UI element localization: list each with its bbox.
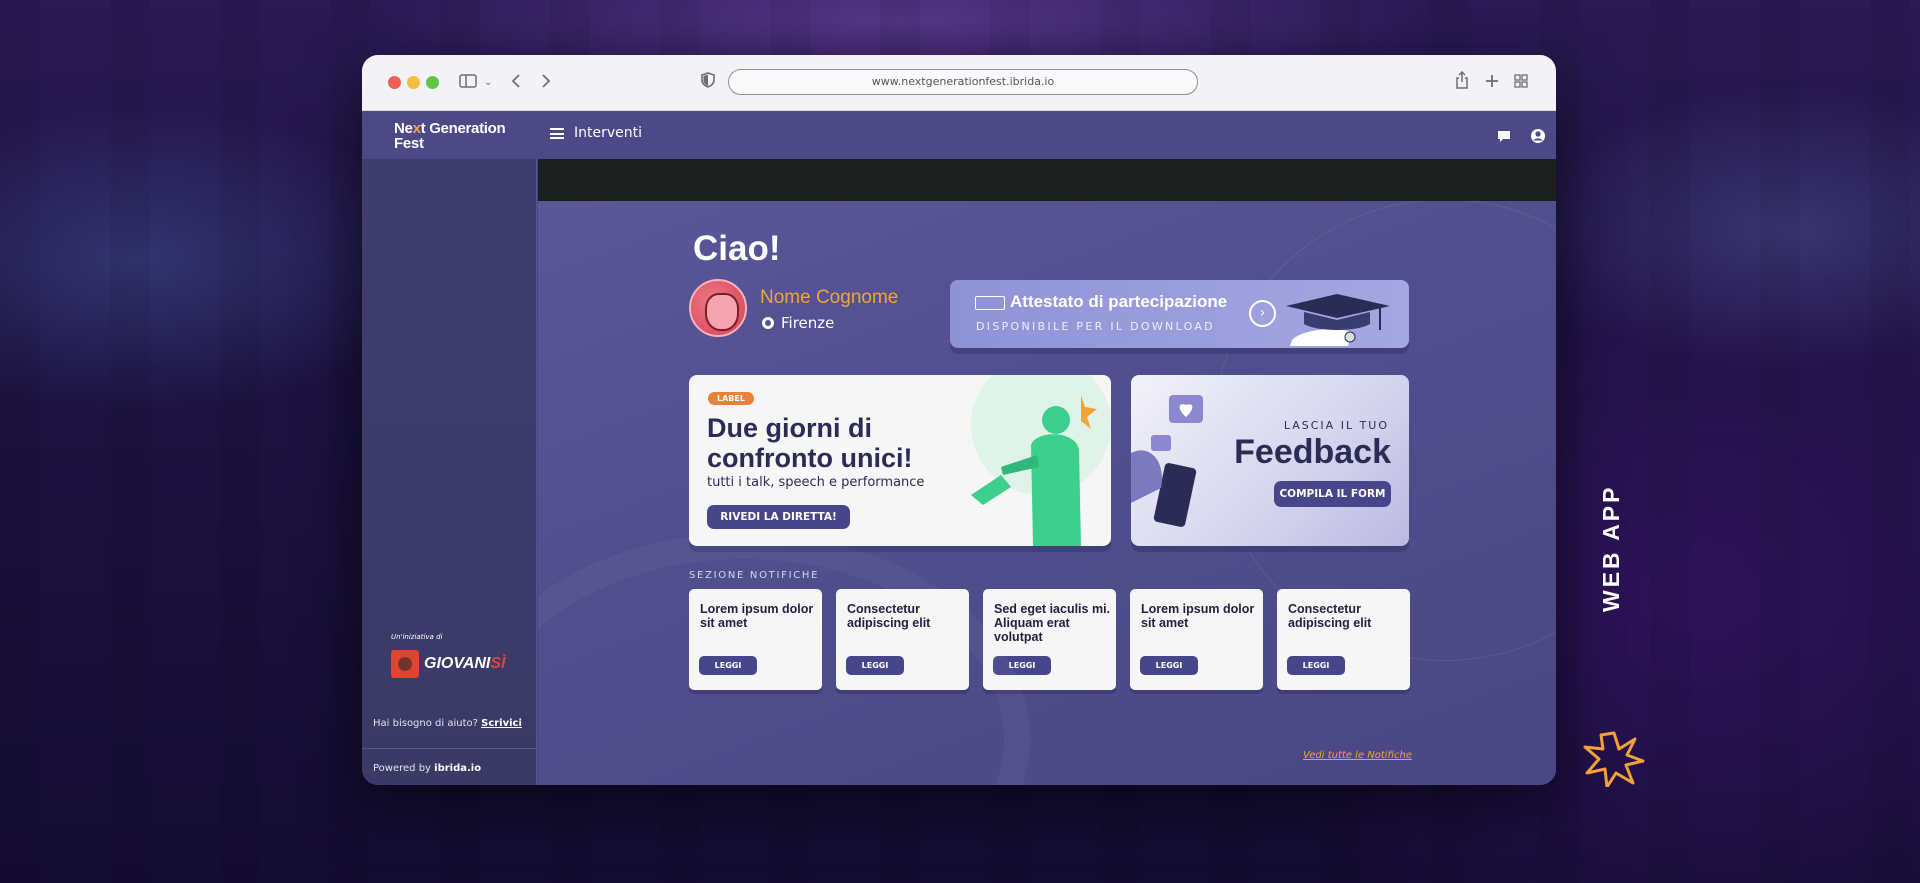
watering-plant-illustration-icon (971, 375, 1111, 546)
web-app-caption: WEB APP (1598, 484, 1624, 613)
hamburger-icon (550, 127, 564, 139)
leggi-button[interactable]: LEGGI (846, 656, 904, 675)
promo-card: LABEL Due giorni di confronto unici! tut… (689, 375, 1111, 546)
leggi-button[interactable]: LEGGI (1140, 656, 1198, 675)
notification-card: Lorem ipsum dolor sit amet LEGGI (1130, 589, 1263, 690)
leggi-button[interactable]: LEGGI (1287, 656, 1345, 675)
leggi-button[interactable]: LEGGI (993, 656, 1051, 675)
powered-by: Powered by ibrida.io (373, 763, 482, 774)
menu-interventi-button[interactable]: Interventi (550, 125, 642, 141)
chat-icon[interactable] (1496, 128, 1512, 144)
help-text: Hai bisogno di aiuto? Scrivici (373, 718, 522, 729)
sidebar-toggle-icon[interactable] (459, 71, 477, 95)
greeting-title: Ciao! (693, 229, 781, 268)
feedback-card: LASCIA IL TUO Feedback COMPILA IL FORM (1131, 375, 1409, 546)
certificate-icon (975, 296, 1005, 310)
chevron-down-icon[interactable]: ⌄ (484, 71, 492, 95)
avatar[interactable] (689, 279, 747, 337)
share-icon[interactable] (1455, 70, 1469, 96)
giovanisi-logo[interactable]: GIOVANISÌ (391, 650, 506, 678)
notification-title: Sed eget iaculis mi. Aliquam erat volutp… (994, 602, 1111, 644)
giovanisi-mark-icon (391, 650, 419, 678)
location-pin-icon (762, 317, 774, 329)
minimize-window-button[interactable] (407, 76, 420, 89)
compila-form-button[interactable]: COMPILA IL FORM (1274, 481, 1391, 507)
see-all-notifications-link[interactable]: Vedi tutte le Notifiche (1303, 750, 1412, 761)
main-content: Ciao! Nome Cognome Firenze Attestato di … (538, 159, 1556, 785)
notification-card: Lorem ipsum dolor sit amet LEGGI (689, 589, 822, 690)
promo-label-badge: LABEL (708, 392, 754, 405)
rivedi-diretta-button[interactable]: RIVEDI LA DIRETTA! (707, 505, 850, 529)
arrow-right-icon[interactable]: › (1249, 300, 1276, 327)
user-location: Firenze (762, 314, 834, 332)
user-icon[interactable] (1530, 128, 1546, 144)
sidebar-divider (362, 748, 537, 749)
certificate-title: Attestato di partecipazione (1010, 292, 1228, 311)
address-bar[interactable]: www.nextgenerationfest.ibrida.io (728, 69, 1198, 95)
initiative-label: Un'iniziativa di (391, 633, 443, 641)
partner-name: GIOVANI (424, 655, 491, 672)
graduation-cap-icon (1286, 294, 1390, 346)
promo-subtitle: tutti i talk, speech e performance (707, 475, 925, 490)
browser-window: ⌄ www.nextgenerationfest.ibrida.io Next … (362, 55, 1556, 785)
new-tab-icon[interactable] (1485, 71, 1499, 95)
browser-titlebar: ⌄ www.nextgenerationfest.ibrida.io (362, 55, 1556, 111)
nextgeneration-fest-logo[interactable]: Next Generation Fest (394, 121, 544, 151)
close-window-button[interactable] (388, 76, 401, 89)
certificate-banner[interactable]: Attestato di partecipazione DISPONIBILE … (950, 280, 1409, 348)
shield-icon (701, 71, 715, 95)
forward-icon[interactable] (540, 71, 552, 95)
starburst-icon (1583, 731, 1645, 787)
notifications-section-label: SEZIONE NOTIFICHE (689, 570, 820, 581)
feedback-phone-illustration-icon (1131, 395, 1203, 527)
notification-card: Sed eget iaculis mi. Aliquam erat volutp… (983, 589, 1116, 690)
feedback-pretitle: LASCIA IL TUO (1283, 419, 1389, 432)
leggi-button[interactable]: LEGGI (699, 656, 757, 675)
feedback-title: Feedback (1234, 433, 1391, 471)
user-name: Nome Cognome (760, 287, 899, 308)
promo-title: Due giorni di confronto unici! (707, 413, 913, 473)
tabs-grid-icon[interactable] (1514, 71, 1528, 95)
notification-title: Consectetur adipiscing elit (1288, 602, 1372, 630)
menu-label: Interventi (574, 125, 643, 141)
maximize-window-button[interactable] (426, 76, 439, 89)
notification-title: Lorem ipsum dolor sit amet (1141, 602, 1255, 630)
ibrida-link[interactable]: ibrida.io (434, 763, 481, 774)
notification-title: Consectetur adipiscing elit (847, 602, 931, 630)
certificate-subtitle: DISPONIBILE PER IL DOWNLOAD (976, 320, 1215, 333)
partner-suffix: SÌ (490, 655, 506, 672)
sidebar (362, 159, 537, 785)
notification-card: Consectetur adipiscing elit LEGGI (1277, 589, 1410, 690)
notification-title: Lorem ipsum dolor sit amet (700, 602, 814, 630)
notification-card: Consectetur adipiscing elit LEGGI (836, 589, 969, 690)
top-banner-strip (538, 159, 1556, 201)
scrivici-link[interactable]: Scrivici (481, 718, 522, 729)
back-icon[interactable] (510, 71, 522, 95)
